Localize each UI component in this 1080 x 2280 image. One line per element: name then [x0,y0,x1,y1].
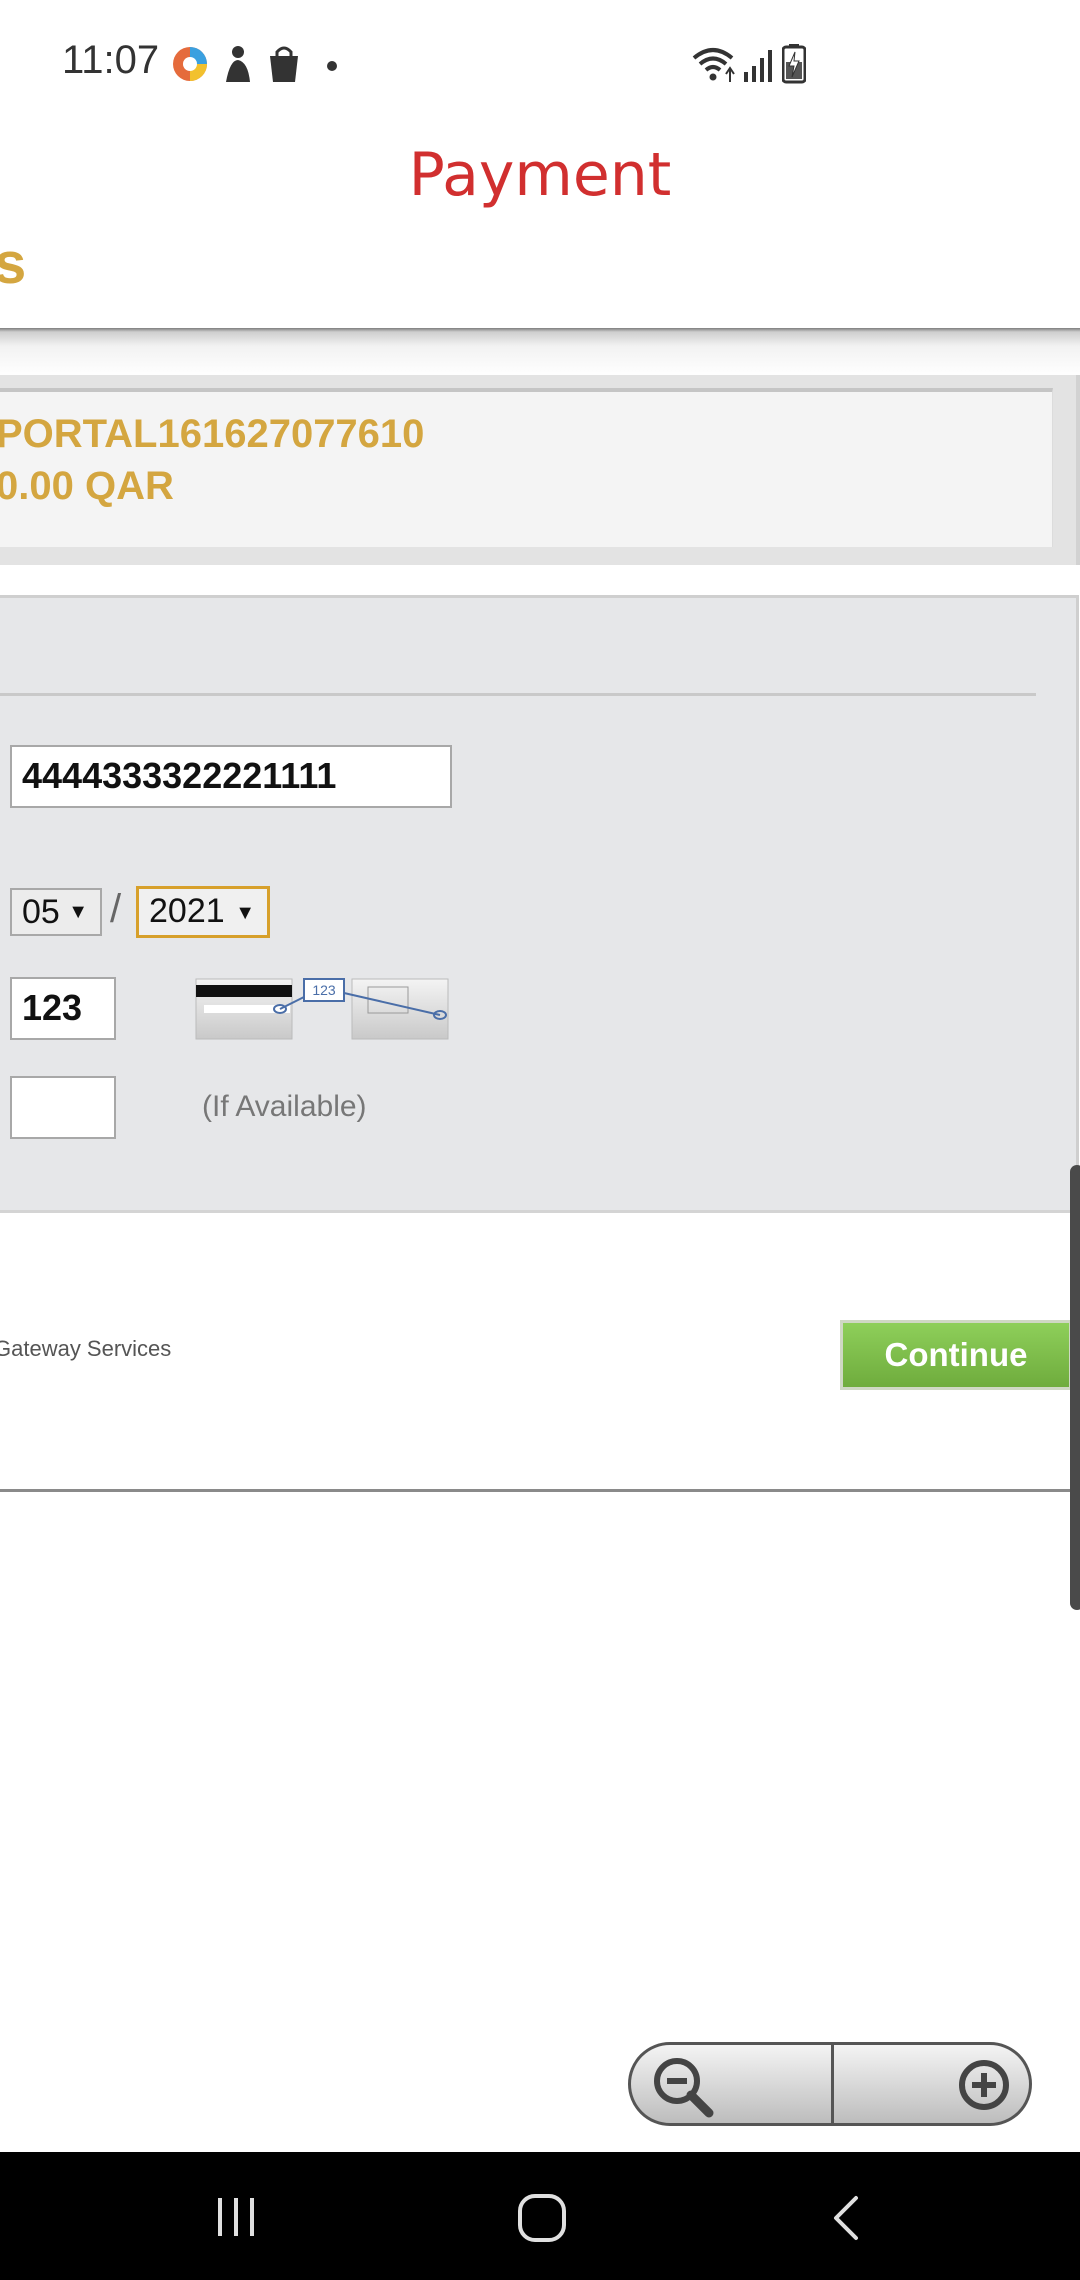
expiry-year-select[interactable]: 2021 ▼ [136,886,270,938]
header-partial-text: s [0,231,27,296]
signal-icon [744,50,772,82]
page-title: Payment [408,140,672,210]
battery-charging-icon [782,44,806,84]
clock: 11:07 [62,38,160,82]
zoom-out-button[interactable] [631,2045,831,2123]
gateway-services-text: Gateway Services [0,1336,172,1361]
zoom-control [628,2042,1032,2126]
shopping-bag-icon [270,46,298,82]
status-bar: 11:07 [0,0,1080,130]
card-number-input[interactable]: 4444333322221111 [10,745,452,808]
cvv-input[interactable]: 123 [10,977,116,1040]
panel-divider [0,693,1036,696]
order-info-box: PORTAL161627077610 0.00 QAR [0,388,1053,547]
expiry-year-value: 2021 [149,892,225,930]
footer-divider [0,1489,1080,1492]
expiry-month-select[interactable]: 05 ▼ [10,888,102,936]
system-navigation-bar [0,2152,1080,2280]
continue-button[interactable]: Continue [840,1320,1072,1390]
back-icon[interactable] [826,2192,866,2244]
order-amount: 0.00 QAR [0,464,174,508]
home-icon[interactable] [516,2192,568,2244]
zoom-in-button[interactable] [834,2045,1029,2123]
if-available-hint: (If Available) [202,1090,367,1123]
expiry-separator: / [110,887,122,931]
dropdown-caret-icon: ▼ [235,902,255,924]
cvv-location-hint-icon: 123 [195,978,449,1040]
dot-icon [327,61,337,71]
app-notification-icon-2 [226,46,250,82]
scrollbar-thumb[interactable] [1070,1165,1080,1610]
expiry-month-value: 05 [22,893,60,931]
header-divider [0,328,1080,376]
zoom-out-icon [654,2058,714,2118]
zoom-in-icon [959,2060,1009,2110]
optional-code-input[interactable] [10,1076,116,1139]
wifi-icon [692,48,735,82]
recent-apps-icon[interactable] [212,2194,262,2240]
order-reference: PORTAL161627077610 [0,412,425,456]
dropdown-caret-icon: ▼ [68,901,88,923]
app-notification-icon [173,47,207,81]
cvv-hint-number: 123 [312,982,336,998]
